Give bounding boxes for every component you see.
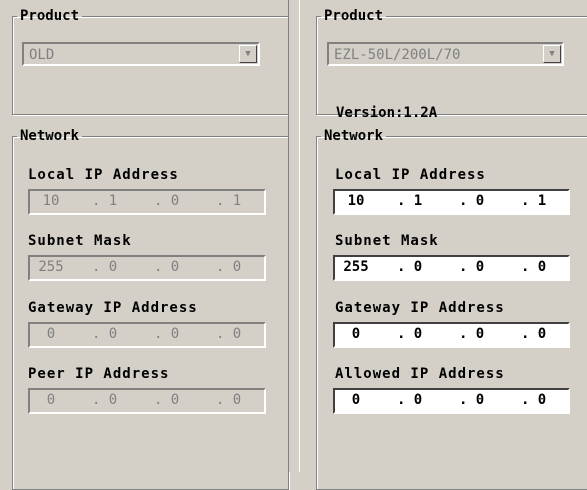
octet: 0	[46, 392, 56, 408]
octet: 0	[351, 326, 361, 342]
octet: 0	[537, 326, 547, 342]
subnet-mask-field-right[interactable]: 255. 0. 0. 0	[333, 255, 570, 281]
octet: 255	[38, 259, 64, 275]
octet: 10	[42, 193, 60, 209]
network-group-left: Network Local IP Address 10. 1. 0. 1 Sub…	[12, 128, 289, 490]
octet: 0	[475, 392, 485, 408]
local-ip-label: Local IP Address	[335, 167, 486, 183]
right-settings-panel: Product EZL-50L/200L/70 ▼ Version:1.2A N…	[300, 0, 587, 490]
subnet-mask-label: Subnet Mask	[28, 233, 132, 249]
network-legend: Network	[20, 128, 80, 144]
product-legend: Product	[324, 8, 384, 24]
gateway-ip-field-right[interactable]: 0. 0. 0. 0	[333, 322, 570, 348]
allowed-ip-label: Allowed IP Address	[335, 366, 505, 382]
subnet-mask-field-left[interactable]: 255. 0. 0. 0	[28, 255, 266, 281]
product-group-right: Product EZL-50L/200L/70 ▼ Version:1.2A	[316, 8, 587, 121]
octet: 0	[108, 259, 118, 275]
local-ip-label: Local IP Address	[28, 167, 179, 183]
octet: 0	[232, 392, 242, 408]
octet: 0	[170, 326, 180, 342]
chevron-down-icon[interactable]: ▼	[543, 45, 561, 63]
octet: 0	[351, 392, 361, 408]
octet: 0	[108, 326, 118, 342]
product-combo-right[interactable]: EZL-50L/200L/70 ▼	[327, 42, 564, 66]
gateway-ip-field-left[interactable]: 0. 0. 0. 0	[28, 322, 266, 348]
octet: 0	[232, 259, 242, 275]
octet: 0	[537, 259, 547, 275]
gateway-ip-label: Gateway IP Address	[28, 300, 198, 316]
gateway-ip-label: Gateway IP Address	[335, 300, 505, 316]
network-group-right: Network Local IP Address 10. 1. 0. 1 Sub…	[316, 128, 587, 490]
octet: 0	[475, 259, 485, 275]
octet: 1	[232, 193, 242, 209]
local-ip-field-left[interactable]: 10. 1. 0. 1	[28, 189, 266, 215]
allowed-ip-field-right[interactable]: 0. 0. 0. 0	[333, 388, 570, 414]
column-divider	[288, 0, 300, 472]
product-group-left: Product OLD ▼	[12, 8, 289, 115]
octet: 1	[108, 193, 118, 209]
octet: 255	[343, 259, 369, 275]
octet: 0	[170, 392, 180, 408]
octet: 1	[537, 193, 547, 209]
octet: 0	[537, 392, 547, 408]
octet: 0	[413, 259, 423, 275]
octet: 1	[413, 193, 423, 209]
octet: 0	[46, 326, 56, 342]
octet: 0	[413, 392, 423, 408]
version-label: Version:1.2A	[336, 105, 438, 121]
octet: 10	[347, 193, 365, 209]
product-combo-value: EZL-50L/200L/70	[334, 47, 461, 63]
left-settings-panel: Product OLD ▼ Network Local IP Address 1…	[0, 0, 289, 490]
subnet-mask-label: Subnet Mask	[335, 233, 439, 249]
network-legend: Network	[324, 128, 384, 144]
octet: 0	[170, 193, 180, 209]
octet: 0	[413, 326, 423, 342]
octet: 0	[108, 392, 118, 408]
peer-ip-field-left[interactable]: 0. 0. 0. 0	[28, 388, 266, 414]
product-combo-value: OLD	[29, 47, 55, 63]
local-ip-field-right[interactable]: 10. 1. 0. 1	[333, 189, 570, 215]
product-legend: Product	[20, 8, 80, 24]
octet: 0	[475, 326, 485, 342]
octet: 0	[170, 259, 180, 275]
product-combo-left[interactable]: OLD ▼	[22, 42, 260, 66]
chevron-down-icon[interactable]: ▼	[239, 45, 257, 63]
octet: 0	[232, 326, 242, 342]
octet: 0	[475, 193, 485, 209]
peer-ip-label: Peer IP Address	[28, 366, 170, 382]
